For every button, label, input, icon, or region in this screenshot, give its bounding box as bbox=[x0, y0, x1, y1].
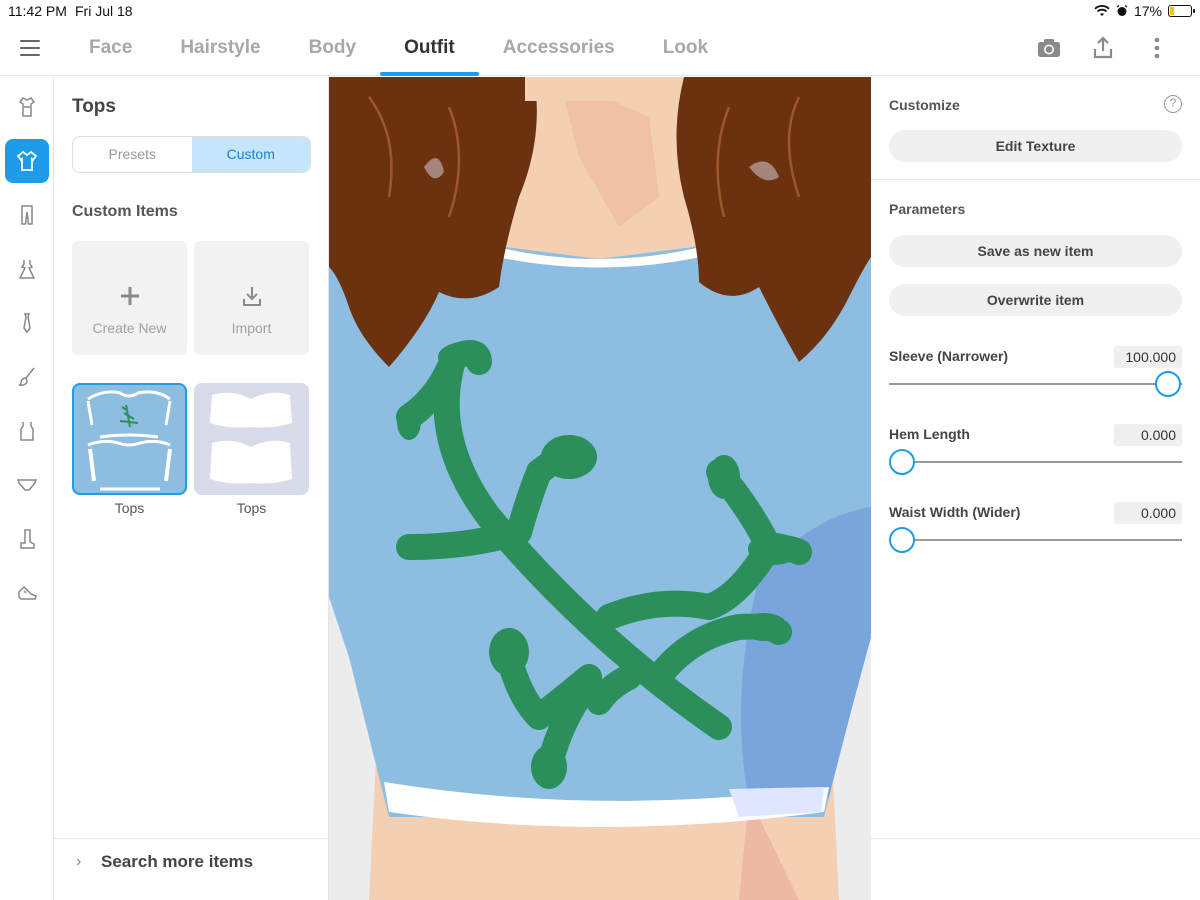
import-label: Import bbox=[231, 320, 272, 336]
waist-width-wider-label: Waist Width (Wider) bbox=[889, 504, 1021, 520]
category-pants[interactable] bbox=[5, 193, 49, 237]
hem-length-slider[interactable] bbox=[889, 448, 1182, 476]
avatar-3d-viewport[interactable] bbox=[329, 77, 871, 900]
custom-item-tops-1[interactable] bbox=[72, 383, 187, 495]
edit-texture-button[interactable]: Edit Texture bbox=[889, 130, 1182, 162]
import-button[interactable]: Import bbox=[194, 241, 309, 355]
hem-length-value[interactable]: 0.000 bbox=[1114, 424, 1182, 446]
tab-body[interactable]: Body bbox=[285, 22, 381, 76]
slider-knob[interactable] bbox=[889, 449, 915, 475]
slider-knob[interactable] bbox=[889, 527, 915, 553]
custom-item-tops-1-label: Tops bbox=[114, 500, 145, 516]
customize-heading: Customize bbox=[889, 97, 960, 113]
tab-bar: Face Hairstyle Body Outfit Accessories L… bbox=[65, 22, 732, 76]
help-icon[interactable]: ? bbox=[1164, 95, 1182, 113]
wifi-icon bbox=[1094, 5, 1110, 16]
panel-title: Tops bbox=[72, 96, 116, 117]
tab-look[interactable]: Look bbox=[639, 22, 732, 76]
tab-face[interactable]: Face bbox=[65, 22, 156, 76]
category-brush[interactable] bbox=[5, 355, 49, 399]
boots-icon bbox=[20, 529, 35, 549]
save-as-new-item-button[interactable]: Save as new item bbox=[889, 235, 1182, 267]
category-boots[interactable] bbox=[5, 517, 49, 561]
create-new-label: Create New bbox=[92, 320, 167, 336]
tab-hairstyle[interactable]: Hairstyle bbox=[156, 22, 284, 76]
status-time: 11:42 PM bbox=[8, 3, 67, 19]
avatar-render bbox=[329, 77, 871, 900]
tab-accessories[interactable]: Accessories bbox=[479, 22, 639, 76]
category-tops[interactable] bbox=[5, 139, 49, 183]
vest-icon bbox=[20, 422, 34, 441]
search-more-label: Search more items bbox=[101, 852, 254, 871]
customize-panel: Customize ? Edit Texture Parameters Save… bbox=[871, 77, 1200, 900]
shoe-icon bbox=[18, 585, 37, 600]
category-shoe[interactable] bbox=[5, 571, 49, 615]
waist-width-wider-slider[interactable] bbox=[889, 526, 1182, 554]
chevron-right-icon: › bbox=[76, 853, 82, 870]
full-outfit-icon bbox=[18, 97, 36, 117]
custom-item-tops-2-label: Tops bbox=[236, 500, 267, 516]
custom-item-tops-2[interactable] bbox=[194, 383, 309, 495]
hem-length-label: Hem Length bbox=[889, 426, 970, 442]
underwear-icon bbox=[16, 479, 38, 491]
segment-custom[interactable]: Custom bbox=[191, 137, 310, 172]
category-tie[interactable] bbox=[5, 301, 49, 345]
camera-icon[interactable] bbox=[1036, 35, 1062, 61]
tops-icon bbox=[16, 150, 38, 171]
segment-presets[interactable]: Presets bbox=[73, 137, 192, 172]
waist-width-wider-value[interactable]: 0.000 bbox=[1114, 502, 1182, 524]
tops-texture-thumbnail bbox=[86, 390, 172, 491]
status-bar: 11:42 PM Fri Jul 18 17% bbox=[0, 0, 1200, 22]
dress-icon bbox=[18, 260, 36, 279]
category-sidebar bbox=[0, 77, 54, 900]
download-icon bbox=[194, 284, 309, 313]
category-full-outfit[interactable] bbox=[5, 85, 49, 129]
divider bbox=[871, 838, 1200, 839]
top-nav: Face Hairstyle Body Outfit Accessories L… bbox=[0, 22, 1200, 76]
category-vest[interactable] bbox=[5, 409, 49, 453]
search-more-items-button[interactable]: › Search more items bbox=[54, 838, 329, 900]
tie-icon bbox=[23, 313, 31, 334]
more-vertical-icon[interactable] bbox=[1144, 35, 1170, 61]
battery-icon bbox=[1168, 5, 1195, 17]
pants-icon bbox=[21, 205, 33, 225]
top-actions bbox=[1036, 35, 1170, 61]
tab-outfit[interactable]: Outfit bbox=[380, 22, 479, 76]
category-underwear[interactable] bbox=[5, 463, 49, 507]
sleeve-narrower-value[interactable]: 100.000 bbox=[1114, 346, 1182, 368]
items-panel: Tops Presets Custom Custom Items Create … bbox=[54, 77, 329, 900]
hamburger-menu-icon[interactable] bbox=[20, 40, 40, 56]
presets-custom-toggle: Presets Custom bbox=[72, 136, 311, 173]
custom-items-heading: Custom Items bbox=[72, 203, 178, 220]
slider-knob[interactable] bbox=[1155, 371, 1181, 397]
brush-icon bbox=[18, 367, 35, 386]
plus-icon bbox=[72, 284, 187, 312]
divider bbox=[871, 179, 1200, 180]
share-icon[interactable] bbox=[1090, 35, 1116, 61]
overwrite-item-button[interactable]: Overwrite item bbox=[889, 284, 1182, 316]
status-indicators: 17% bbox=[1094, 3, 1195, 19]
alarm-icon bbox=[1116, 5, 1128, 16]
sleeve-narrower-label: Sleeve (Narrower) bbox=[889, 348, 1009, 364]
tops-white-thumbnail bbox=[210, 392, 292, 484]
category-dress[interactable] bbox=[5, 247, 49, 291]
parameters-heading: Parameters bbox=[889, 201, 966, 217]
create-new-button[interactable]: Create New bbox=[72, 241, 187, 355]
sleeve-narrower-slider[interactable] bbox=[889, 370, 1182, 398]
status-date: Fri Jul 18 bbox=[75, 3, 133, 19]
battery-percent: 17% bbox=[1133, 3, 1162, 19]
